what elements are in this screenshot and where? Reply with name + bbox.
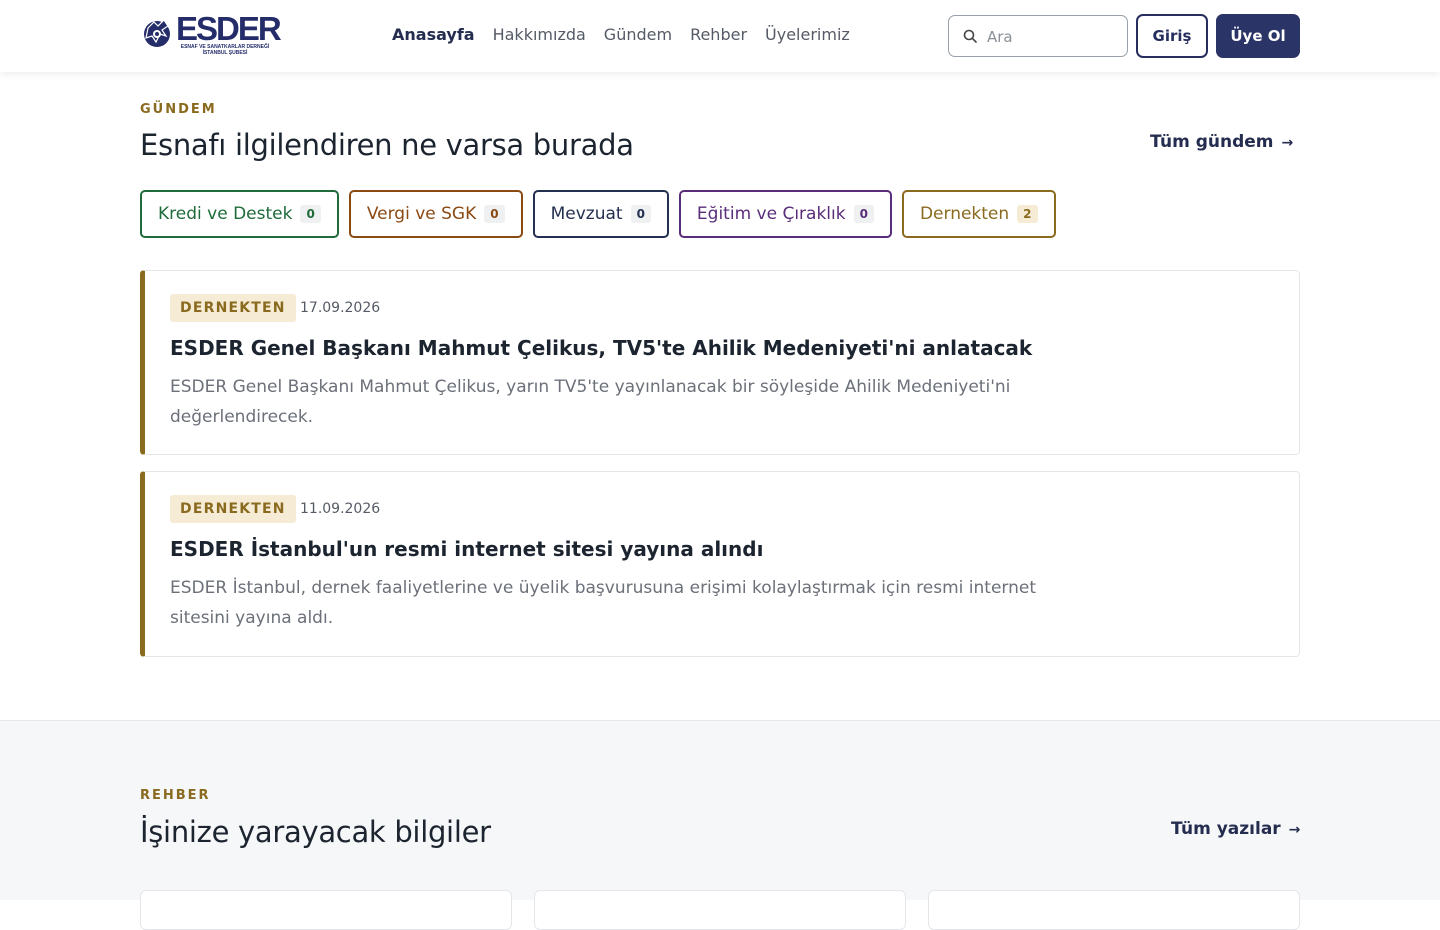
all-gundem-label: Tüm gündem: [1150, 132, 1274, 152]
gundem-eyebrow: GÜNDEM: [140, 102, 217, 117]
arrow-right-icon: →: [1281, 135, 1294, 151]
category-count-badge: 0: [630, 205, 651, 223]
rehber-eyebrow: REHBER: [140, 788, 211, 803]
category-chip-dernekten[interactable]: Dernekten 2: [901, 190, 1056, 238]
esder-emblem-icon: [144, 19, 170, 47]
category-chip-vergi[interactable]: Vergi ve SGK 0: [348, 190, 523, 238]
rehber-section: REHBER İşinize yarayacak bilgiler Tüm ya…: [0, 721, 1440, 900]
category-filters: Kredi ve Destek 0 Vergi ve SGK 0 Mevzuat…: [140, 190, 1056, 238]
esder-logo[interactable]: ESDER ESNAF VE SANATKARLAR DERNEĞİ İSTAN…: [140, 12, 282, 58]
post-description: ESDER İstanbul, dernek faaliyetlerine ve…: [170, 578, 1036, 628]
category-chip-label: Eğitim ve Çıraklık: [696, 204, 846, 224]
nav-item-uyelerimiz[interactable]: Üyelerimiz: [765, 25, 850, 45]
category-chip-label: Vergi ve SGK: [366, 204, 477, 224]
category-chip-label: Dernekten: [919, 204, 1010, 224]
category-count-badge: 0: [484, 205, 505, 223]
guide-card[interactable]: [534, 890, 906, 930]
site-header: ESDER ESNAF VE SANATKARLAR DERNEĞİ İSTAN…: [0, 0, 1440, 72]
all-articles-label: Tüm yazılar: [1171, 819, 1281, 839]
category-chip-egitim[interactable]: Eğitim ve Çıraklık 0: [678, 190, 892, 238]
logo-subtitle-branch: İSTANBUL ŞUBESİ: [202, 50, 248, 56]
category-chip-kredi[interactable]: Kredi ve Destek 0: [140, 190, 339, 238]
nav-item-rehber[interactable]: Rehber: [690, 25, 747, 45]
rehber-title: İşinize yarayacak bilgiler: [140, 815, 491, 849]
category-count-badge: 2: [1017, 205, 1038, 223]
post-title[interactable]: ESDER Genel Başkanı Mahmut Çelikus, TV5'…: [170, 336, 1032, 360]
login-button[interactable]: Giriş: [1136, 14, 1208, 58]
news-card[interactable]: DERNEKTEN 17.09.2026 ESDER Genel Başkanı…: [140, 270, 1300, 455]
category-badge: DERNEKTEN: [170, 294, 296, 322]
arrow-right-icon: →: [1288, 822, 1301, 838]
category-badge: DERNEKTEN: [170, 495, 296, 523]
news-card[interactable]: DERNEKTEN 11.09.2026 ESDER İstanbul'un r…: [140, 471, 1300, 657]
nav-item-anasayfa[interactable]: Anasayfa: [392, 25, 475, 45]
nav-item-gundem[interactable]: Gündem: [604, 25, 672, 45]
nav-item-hakkimizda[interactable]: Hakkımızda: [493, 25, 586, 45]
guide-card[interactable]: [140, 890, 512, 930]
search-input[interactable]: [987, 26, 1117, 48]
category-count-badge: 0: [853, 205, 874, 223]
search-box[interactable]: [948, 15, 1128, 57]
post-description: ESDER Genel Başkanı Mahmut Çelikus, yarı…: [170, 377, 1011, 427]
post-date: 11.09.2026: [300, 501, 381, 517]
gundem-title: Esnafı ilgilendiren ne varsa burada: [140, 128, 634, 162]
category-chip-mevzuat[interactable]: Mevzuat 0: [532, 190, 669, 238]
post-title[interactable]: ESDER İstanbul'un resmi internet sitesi …: [170, 537, 763, 561]
category-count-badge: 0: [300, 205, 321, 223]
guide-card[interactable]: [928, 890, 1300, 930]
post-date: 17.09.2026: [300, 300, 381, 316]
all-gundem-link[interactable]: Tüm gündem →: [1150, 132, 1293, 152]
search-icon: [963, 29, 977, 43]
logo-wordmark: ESDER: [176, 10, 282, 47]
category-chip-label: Mevzuat: [550, 204, 623, 224]
all-articles-link[interactable]: Tüm yazılar →: [1171, 819, 1300, 839]
join-button[interactable]: Üye Ol: [1216, 14, 1300, 58]
main-nav: Anasayfa Hakkımızda Gündem Rehber Üyeler…: [392, 25, 850, 45]
category-chip-label: Kredi ve Destek: [158, 204, 293, 224]
